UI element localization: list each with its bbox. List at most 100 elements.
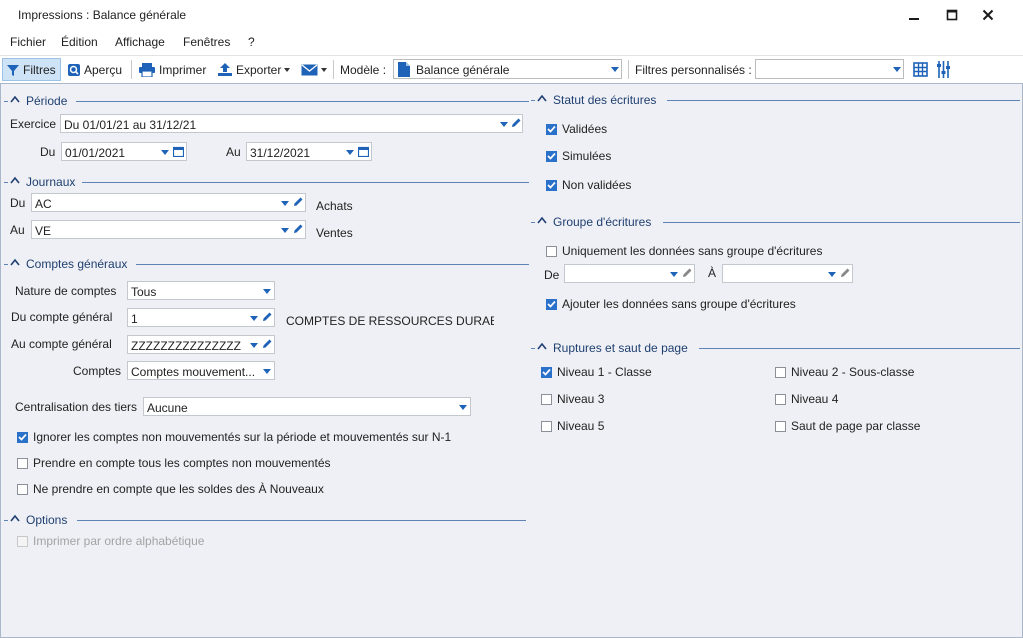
filters-panel: Période Exercice Du 01/01/21 au 31/12/21… bbox=[0, 83, 1023, 638]
checkbox-box[interactable] bbox=[775, 393, 786, 405]
checkbox-label: Ajouter les données sans groupe d'écritu… bbox=[562, 297, 796, 311]
section-comptes[interactable]: Comptes généraux bbox=[4, 256, 529, 272]
compte-du-desc: COMPTES DE RESSOURCES DURABLES bbox=[286, 314, 494, 328]
section-groupe[interactable]: Groupe d'écritures bbox=[531, 214, 1020, 230]
section-title: Groupe d'écritures bbox=[553, 215, 652, 229]
checkbox-box[interactable] bbox=[546, 150, 557, 162]
section-statut[interactable]: Statut des écritures bbox=[531, 92, 1020, 108]
modele-select[interactable]: Balance générale bbox=[393, 59, 622, 79]
centralisation-label: Centralisation des tiers bbox=[15, 400, 138, 414]
comptes-type-value: Comptes mouvement... bbox=[131, 365, 256, 379]
checkbox-label: Niveau 3 bbox=[557, 392, 605, 406]
compte-au-select[interactable]: ZZZZZZZZZZZZZZZ bbox=[127, 335, 275, 354]
checkbox-ajouter-sans-groupe[interactable]: Ajouter les données sans groupe d'écritu… bbox=[546, 297, 796, 311]
checkbox-box[interactable] bbox=[541, 366, 552, 378]
menu-fichier[interactable]: Fichier bbox=[10, 35, 46, 49]
check-icon bbox=[547, 125, 556, 133]
email-button[interactable] bbox=[298, 58, 330, 81]
section-options[interactable]: Options bbox=[4, 512, 529, 528]
nature-select[interactable]: Tous bbox=[127, 281, 275, 300]
checkbox-box[interactable] bbox=[775, 366, 786, 378]
menu-affichage[interactable]: Affichage bbox=[115, 35, 165, 49]
edit-icon[interactable] bbox=[292, 223, 304, 235]
calendar-icon[interactable] bbox=[358, 146, 369, 157]
checkbox-box[interactable] bbox=[546, 298, 557, 310]
minimize-button[interactable] bbox=[897, 4, 931, 26]
journaux-au-select[interactable]: VE bbox=[31, 220, 306, 239]
groupe-a-select[interactable] bbox=[722, 264, 853, 283]
edit-icon[interactable] bbox=[681, 267, 693, 279]
close-button[interactable] bbox=[971, 4, 1005, 26]
checkbox-box[interactable] bbox=[17, 483, 28, 495]
checkbox-uniquement-sans-groupe[interactable]: Uniquement les données sans groupe d'écr… bbox=[546, 244, 822, 258]
edit-icon[interactable] bbox=[510, 117, 522, 129]
periode-du-date[interactable]: 01/01/2021 bbox=[61, 142, 187, 161]
chevron-down-icon bbox=[284, 67, 291, 72]
checkbox-tous-non-mouvementes[interactable]: Prendre en compte tous les comptes non m… bbox=[17, 456, 331, 470]
edit-icon[interactable] bbox=[261, 338, 273, 350]
printer-icon bbox=[139, 62, 155, 77]
checkbox-non-validees[interactable]: Non validées bbox=[546, 178, 631, 192]
checkbox-box[interactable] bbox=[546, 123, 557, 135]
section-ruptures[interactable]: Ruptures et saut de page bbox=[531, 340, 1020, 356]
checkbox-niveau-3[interactable]: Niveau 3 bbox=[541, 392, 604, 406]
settings-button[interactable] bbox=[933, 58, 954, 81]
edit-icon[interactable] bbox=[839, 267, 851, 279]
checkbox-box[interactable] bbox=[546, 245, 557, 257]
modele-value: Balance générale bbox=[416, 63, 510, 77]
checkbox-soldes-a-nouveaux[interactable]: Ne prendre en compte que les soldes des … bbox=[17, 482, 324, 496]
periode-au-label: Au bbox=[226, 145, 241, 159]
checkbox-label: Prendre en compte tous les comptes non m… bbox=[33, 456, 331, 470]
apercu-button[interactable]: Aperçu bbox=[64, 58, 125, 81]
checkbox-validees[interactable]: Validées bbox=[546, 122, 607, 136]
menu-fenetres[interactable]: Fenêtres bbox=[183, 35, 230, 49]
compte-du-select[interactable]: 1 bbox=[127, 308, 275, 327]
checkbox-label: Saut de page par classe bbox=[791, 419, 921, 433]
chevron-down-icon bbox=[263, 369, 271, 374]
checkbox-niveau-1[interactable]: Niveau 1 - Classe bbox=[541, 365, 652, 379]
edit-icon[interactable] bbox=[292, 196, 304, 208]
checkbox-box[interactable] bbox=[17, 431, 28, 443]
checkbox-box[interactable] bbox=[775, 420, 786, 432]
compte-du-value: 1 bbox=[131, 312, 138, 326]
exercice-select[interactable]: Du 01/01/21 au 31/12/21 bbox=[60, 114, 523, 133]
document-icon bbox=[398, 62, 410, 77]
checkbox-niveau-4[interactable]: Niveau 4 bbox=[775, 392, 838, 406]
calendar-icon[interactable] bbox=[173, 146, 184, 157]
checkbox-niveau-5[interactable]: Niveau 5 bbox=[541, 419, 604, 433]
toolbar-separator bbox=[628, 60, 629, 79]
checkbox-label: Niveau 4 bbox=[791, 392, 839, 406]
journaux-du-desc: Achats bbox=[316, 199, 353, 213]
checkbox-saut-page-classe[interactable]: Saut de page par classe bbox=[775, 419, 920, 433]
centralisation-select[interactable]: Aucune bbox=[143, 397, 471, 416]
filtres-button[interactable]: Filtres bbox=[2, 58, 61, 81]
chevron-up-icon bbox=[537, 216, 547, 224]
grid-button[interactable] bbox=[910, 58, 931, 81]
section-periode[interactable]: Période bbox=[4, 93, 529, 109]
maximize-button[interactable] bbox=[935, 4, 969, 26]
checkbox-label: Niveau 2 - Sous-classe bbox=[791, 365, 915, 379]
chevron-down-icon bbox=[500, 122, 508, 127]
checkbox-box[interactable] bbox=[546, 179, 557, 191]
checkbox-box[interactable] bbox=[541, 420, 552, 432]
journaux-du-select[interactable]: AC bbox=[31, 193, 306, 212]
periode-du-value: 01/01/2021 bbox=[65, 146, 126, 160]
edit-icon[interactable] bbox=[261, 311, 273, 323]
groupe-de-select[interactable] bbox=[564, 264, 695, 283]
close-icon bbox=[982, 9, 994, 21]
checkbox-simulees[interactable]: Simulées bbox=[546, 149, 611, 163]
chevron-down-icon bbox=[611, 67, 619, 72]
menu-help[interactable]: ? bbox=[248, 35, 255, 49]
section-journaux[interactable]: Journaux bbox=[4, 174, 529, 190]
menu-edition[interactable]: Édition bbox=[61, 35, 98, 49]
checkbox-box[interactable] bbox=[541, 393, 552, 405]
periode-au-date[interactable]: 31/12/2021 bbox=[246, 142, 372, 161]
filtres-perso-select[interactable] bbox=[755, 59, 904, 79]
checkbox-box[interactable] bbox=[17, 457, 28, 469]
comptes-type-select[interactable]: Comptes mouvement... bbox=[127, 361, 275, 380]
checkbox-ignorer-non-mouvementes[interactable]: Ignorer les comptes non mouvementés sur … bbox=[17, 430, 451, 444]
checkbox-label: Niveau 1 - Classe bbox=[557, 365, 652, 379]
exporter-button[interactable]: Exporter bbox=[214, 58, 293, 81]
imprimer-button[interactable]: Imprimer bbox=[135, 58, 209, 81]
checkbox-niveau-2[interactable]: Niveau 2 - Sous-classe bbox=[775, 365, 914, 379]
